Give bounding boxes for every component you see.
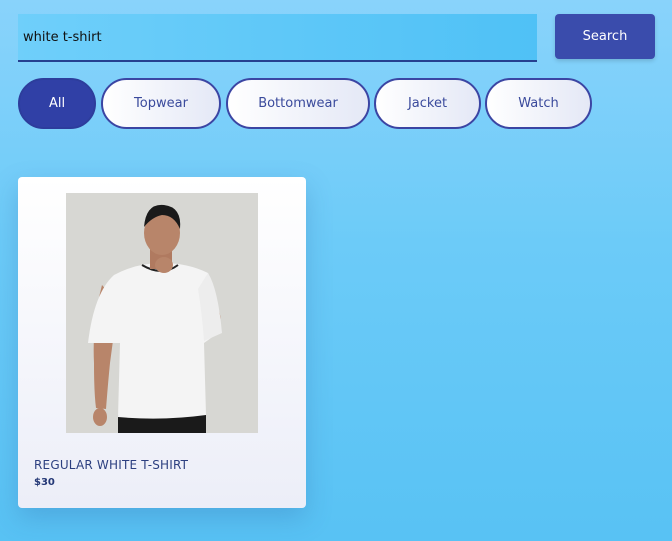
filter-all[interactable]: All [18, 78, 96, 129]
search-button[interactable]: Search [555, 14, 655, 59]
search-input[interactable] [23, 14, 537, 60]
product-image[interactable] [66, 193, 258, 433]
filter-bottomwear[interactable]: Bottomwear [226, 78, 370, 129]
filter-watch[interactable]: Watch [485, 78, 592, 129]
product-name[interactable]: REGULAR WHITE T-SHIRT [34, 458, 188, 472]
filter-topwear[interactable]: Topwear [101, 78, 221, 129]
filter-jacket[interactable]: Jacket [374, 78, 481, 129]
product-card[interactable]: REGULAR WHITE T-SHIRT $30 [18, 177, 306, 508]
man-wearing-white-tshirt-image [66, 193, 258, 433]
product-price: $30 [34, 477, 55, 488]
search-field[interactable] [18, 14, 537, 62]
